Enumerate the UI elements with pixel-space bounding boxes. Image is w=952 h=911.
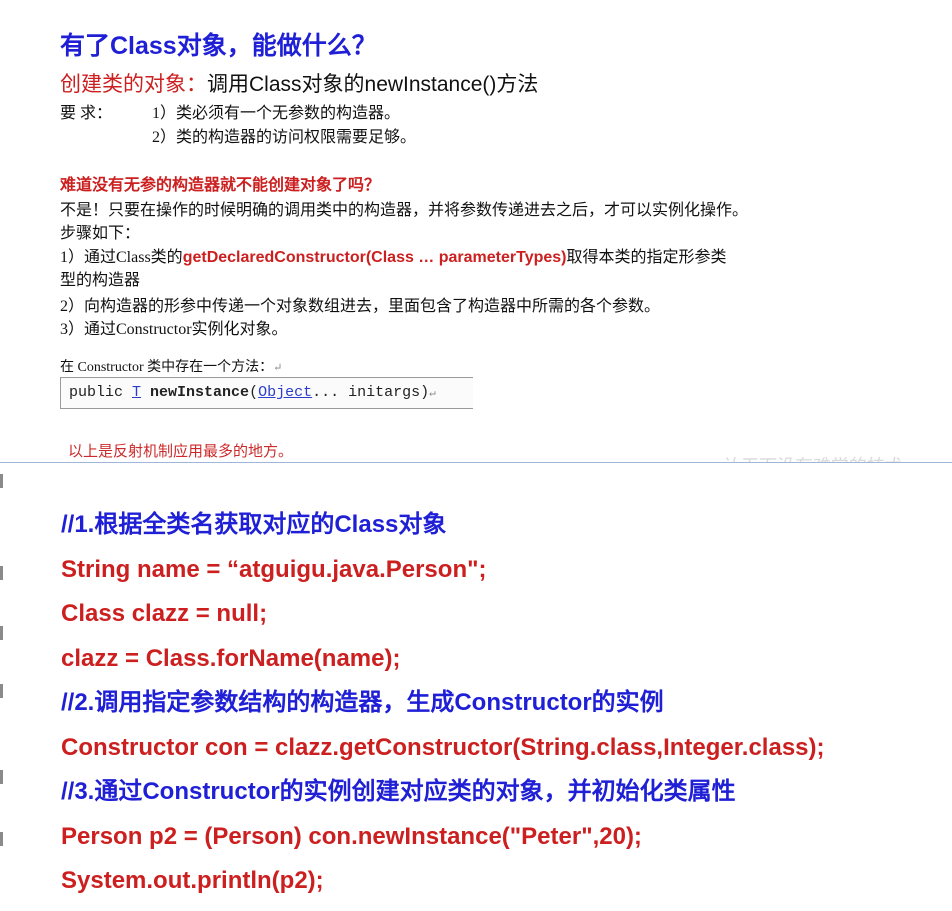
subheading-label: 创建类的对象： (60, 73, 207, 96)
top-slide: 有了Class对象，能做什么？ 创建类的对象：调用Class对象的newInst… (0, 0, 952, 462)
code-statement-line: Person p2 = (Person) con.newInstance("Pe… (61, 822, 642, 850)
subheading: 创建类的对象：调用Class对象的newInstance()方法 (60, 68, 538, 98)
snippet-rest: ... initargs) (312, 384, 430, 401)
code-snippet: public T newInstance(Object... initargs)… (69, 384, 436, 401)
footnote: 以上是反射机制应用最多的地方。 (68, 444, 294, 460)
edge-mark (0, 474, 3, 488)
code-block: //1.根据全类名获取对应的Class对象 String name = “atgu… (61, 510, 825, 911)
left-edge-marks (0, 470, 3, 910)
code-statement-line: String name = “atguigu.java.Person"; (61, 555, 487, 583)
subheading-text: 调用Class对象的newInstance()方法 (207, 73, 539, 96)
answer-intro: 不是！只要在操作的时候明确的调用类中的构造器，并将参数传递进去之后，才可以实例化… (60, 202, 749, 219)
step-1: 1）通过Class类的getDeclaredConstructor(Class … (60, 243, 727, 267)
code-comment-line: //2.调用指定参数结构的构造器，生成Constructor的实例 (61, 689, 664, 716)
edge-mark (0, 684, 3, 698)
requirements-label: 要 求： (60, 105, 113, 122)
step-1-suffix: 取得本类的指定形参类 (566, 249, 727, 266)
requirement-item: 2）类的构造器的访问权限需要足够。 (152, 129, 417, 146)
snippet-return-type: T (132, 384, 142, 401)
snippet-label-text: 在 Constructor 类中存在一个方法： (60, 360, 274, 375)
edge-mark (0, 832, 3, 846)
steps-label: 步骤如下： (60, 225, 141, 242)
slide-title: 有了Class对象，能做什么？ (60, 32, 377, 60)
requirement-item: 1）类必须有一个无参数的构造器。 (152, 105, 401, 122)
return-mark-icon: ↵ (273, 362, 283, 374)
code-statement-line: Class clazz = null; (61, 600, 268, 627)
step-1-prefix: 1）通过Class类的 (60, 249, 183, 266)
code-comment-line: //3.通过Constructor的实例创建对应类的对象，并初始化类属性 (61, 778, 736, 805)
code-statement-line: Constructor con = clazz.getConstructor(S… (61, 733, 825, 761)
snippet-modifier: public (69, 384, 133, 401)
snippet-label: 在 Constructor 类中存在一个方法：↵ (60, 356, 282, 376)
return-mark-icon: ↵ (429, 388, 436, 400)
step-2: 2）向构造器的形参中传递一个对象数组进去，里面包含了构造器中所需的各个参数。 (60, 298, 661, 315)
edge-mark (0, 626, 3, 640)
edge-mark (0, 770, 3, 784)
snippet-paren: ( (249, 384, 259, 401)
step-1-continued: 型的构造器 (60, 272, 141, 289)
snippet-param-type: Object (258, 384, 313, 401)
code-statement-line: clazz = Class.forName(name); (61, 644, 401, 672)
snippet-method-name: newInstance (150, 384, 250, 401)
step-1-code: getDeclaredConstructor(Class … parameter… (182, 249, 567, 266)
question-heading: 难道没有无参的构造器就不能创建对象了吗？ (60, 177, 381, 194)
code-snippet-box: public T newInstance(Object... initargs)… (60, 377, 473, 409)
step-3: 3）通过Constructor实例化对象。 (60, 321, 288, 338)
code-comment-line: //1.根据全类名获取对应的Class对象 (61, 511, 447, 538)
edge-mark (0, 566, 3, 580)
code-statement-line: System.out.println(p2); (61, 867, 324, 894)
